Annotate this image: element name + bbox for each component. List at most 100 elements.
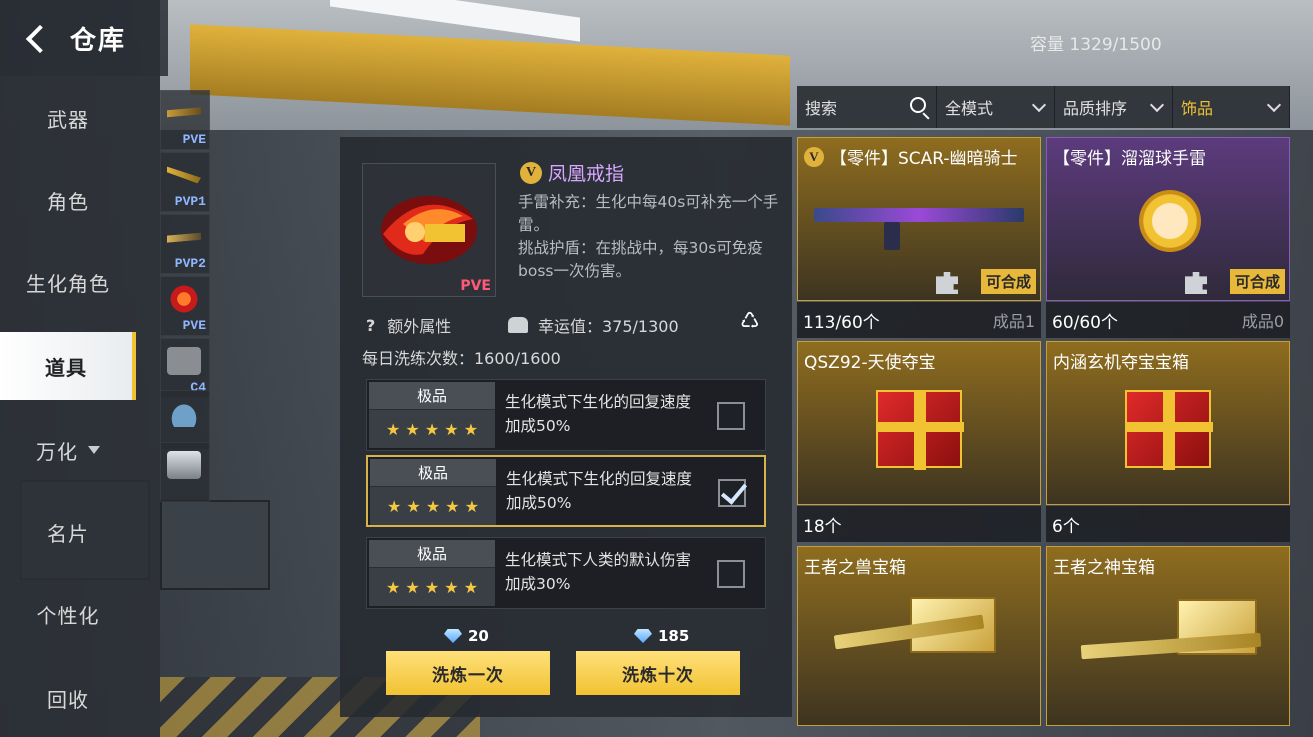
- category-tab[interactable]: PVE: [160, 276, 210, 336]
- card-title-text: 王者之神宝箱: [1053, 558, 1155, 578]
- category-tab[interactable]: PVP1: [160, 152, 210, 212]
- nav-item-items[interactable]: 道具: [0, 332, 136, 400]
- quality-block: 极品 ★ ★ ★ ★ ★: [370, 459, 496, 525]
- card-title-text: 【零件】溜溜球手雷: [1053, 149, 1206, 169]
- gift-box-icon: [1125, 390, 1213, 470]
- finished-count: 成品1: [992, 312, 1035, 331]
- puzzle-icon: [1185, 272, 1207, 294]
- diamond-icon: [444, 629, 462, 643]
- nav-label: 回收: [47, 687, 89, 712]
- caret-down-icon: [88, 446, 100, 454]
- item-description: 手雷补充：生化中每40s可补充一个手雷。 挑战护盾：在挑战中，每30s可免疫bo…: [518, 191, 780, 283]
- nav-item-zombie-characters[interactable]: 生化角色: [0, 248, 136, 316]
- quality-block: 极品 ★ ★ ★ ★ ★: [369, 540, 495, 606]
- item-card[interactable]: 王者之神宝箱: [1046, 546, 1290, 726]
- mode-label: 全模式: [945, 99, 994, 118]
- category-label: 饰品: [1181, 99, 1214, 118]
- card-title: 王者之神宝箱: [1053, 553, 1155, 578]
- quality-block: 极品 ★ ★ ★ ★ ★: [369, 382, 495, 448]
- craftable-badge: 可合成: [980, 269, 1036, 294]
- chevron-down-icon: [1266, 97, 1282, 113]
- sort-label: 品质排序: [1063, 99, 1128, 118]
- category-label: PVP2: [174, 256, 206, 271]
- sort-dropdown[interactable]: 品质排序: [1055, 86, 1173, 128]
- item-card[interactable]: QSZ92-天使夺宝: [797, 341, 1041, 505]
- mode-tag: PVE: [460, 278, 491, 294]
- extra-attributes[interactable]: ? 额外属性: [366, 313, 451, 337]
- star-rating: ★ ★ ★ ★ ★: [386, 496, 480, 516]
- item-card[interactable]: 内涵玄机夺宝宝箱: [1046, 341, 1290, 505]
- sniper-rifle-icon: [1080, 632, 1262, 660]
- puzzle-icon: [936, 272, 958, 294]
- cost-value: 185: [658, 627, 690, 645]
- category-tab[interactable]: C4: [160, 338, 210, 398]
- nav-label: 万化: [36, 439, 78, 464]
- page-title: 仓库: [70, 25, 127, 56]
- category-tab[interactable]: PVP2: [160, 214, 210, 274]
- top-bar: 仓库: [0, 0, 168, 76]
- category-dropdown[interactable]: 饰品: [1173, 86, 1290, 128]
- refine-option[interactable]: 极品 ★ ★ ★ ★ ★ 生化模式下生化的回复速度加成50%: [366, 379, 766, 451]
- nav-item-wanhua[interactable]: 万化: [0, 416, 136, 484]
- item-count: 18个: [803, 516, 842, 537]
- option-text: 生化模式下生化的回复速度加成50%: [505, 393, 692, 435]
- card-title: 【零件】溜溜球手雷: [1053, 144, 1206, 169]
- nav-label: 角色: [47, 189, 89, 214]
- item-count: 6个: [1052, 516, 1080, 537]
- card-title: QSZ92-天使夺宝: [804, 348, 936, 373]
- category-tab[interactable]: [160, 390, 210, 450]
- recycle-icon[interactable]: ♺: [740, 309, 760, 334]
- ring-icon: [167, 285, 201, 313]
- item-card[interactable]: V 【零件】SCAR-幽暗骑士 可合成: [797, 137, 1041, 301]
- item-name-text: 凤凰戒指: [548, 163, 625, 185]
- rifle-icon: [814, 208, 1024, 222]
- extra-attributes-label: 额外属性: [387, 317, 452, 336]
- refine-option[interactable]: 极品 ★ ★ ★ ★ ★ 生化模式下生化的回复速度加成50%: [366, 455, 766, 527]
- nav-item-recycle[interactable]: 回收: [0, 664, 136, 732]
- nav-item-characters[interactable]: 角色: [0, 166, 136, 234]
- nav-item-personalize[interactable]: 个性化: [0, 580, 136, 648]
- refine-once-button[interactable]: 洗炼一次: [386, 651, 550, 695]
- nav-label: 道具: [45, 355, 87, 380]
- left-sidebar: 武器 角色 生化角色 道具 万化 名片 个性化 回收: [0, 76, 160, 737]
- mecha-icon: [167, 451, 201, 479]
- card-footer: 6个: [1046, 506, 1290, 542]
- nav-item-cards[interactable]: 名片: [0, 498, 136, 566]
- star-rating: ★ ★ ★ ★ ★: [385, 577, 479, 597]
- nav-label: 生化角色: [26, 271, 110, 296]
- diamond-icon: [634, 629, 652, 643]
- option-checkbox-checked[interactable]: [718, 479, 746, 507]
- gift-box-icon: [876, 390, 964, 470]
- weapon-icon: [167, 232, 201, 243]
- category-tab[interactable]: PVE: [160, 90, 210, 150]
- refine-ten-button[interactable]: 洗炼十次: [576, 651, 740, 695]
- option-checkbox[interactable]: [717, 560, 745, 588]
- option-text: 生化模式下人类的默认伤害加成30%: [505, 551, 692, 593]
- item-thumbnail: PVE: [362, 163, 496, 297]
- quality-label: 极品: [369, 540, 495, 568]
- card-title: 内涵玄机夺宝宝箱: [1053, 348, 1189, 373]
- finished-count: 成品0: [1241, 312, 1284, 331]
- mode-dropdown[interactable]: 全模式: [937, 86, 1055, 128]
- item-detail-panel: PVE V 凤凰戒指 手雷补充：生化中每40s可补充一个手雷。 挑战护盾：在挑战…: [340, 137, 792, 717]
- star-rating: ★ ★ ★ ★ ★: [385, 419, 479, 439]
- description-line: 挑战护盾：在挑战中，每30s可免疫boss一次伤害。: [518, 239, 763, 280]
- card-footer: 18个: [797, 506, 1041, 542]
- search-input[interactable]: 搜索: [797, 86, 937, 128]
- phoenix-ring-icon: [381, 196, 477, 264]
- nav-label: 名片: [47, 521, 89, 546]
- weapon-icon: [167, 107, 201, 118]
- cost-value: 20: [468, 627, 489, 645]
- nav-item-weapons[interactable]: 武器: [0, 84, 136, 152]
- chevron-down-icon: [1149, 97, 1165, 113]
- card-title: V 【零件】SCAR-幽暗骑士: [804, 144, 1018, 169]
- category-tab[interactable]: [160, 442, 210, 502]
- back-arrow-icon[interactable]: [22, 23, 52, 53]
- refine-option[interactable]: 极品 ★ ★ ★ ★ ★ 生化模式下人类的默认伤害加成30%: [366, 537, 766, 609]
- cost-one: 20: [444, 627, 489, 645]
- option-checkbox[interactable]: [717, 402, 745, 430]
- luck-value: 幸运值：375/1300: [508, 313, 679, 337]
- category-strip: PVE PVP1 PVP2 PVE C4: [160, 90, 210, 502]
- item-card[interactable]: 王者之兽宝箱: [797, 546, 1041, 726]
- item-card[interactable]: 【零件】溜溜球手雷 可合成: [1046, 137, 1290, 301]
